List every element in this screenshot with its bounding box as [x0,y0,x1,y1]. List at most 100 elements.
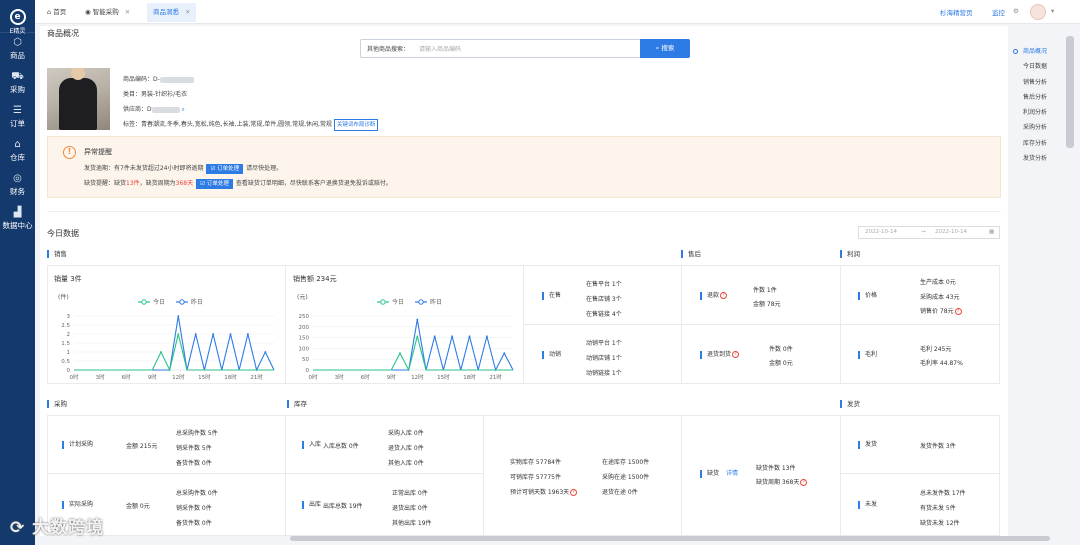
data-point [416,335,419,338]
robot-icon: ◉ [85,8,93,16]
horizontal-scrollbar[interactable] [290,536,1050,541]
vertical-scrollbar[interactable] [1066,36,1074,148]
close-icon[interactable]: ✕ [185,8,190,16]
stat-line: 毛利 245元 [920,346,952,353]
help-icon[interactable]: ? [570,489,578,496]
stat-line: 缺货周期 368天 [756,479,800,486]
close-icon[interactable]: ✕ [125,8,130,16]
legend-label: 今日 [153,298,165,306]
avatar[interactable] [1030,4,1046,20]
anchor-item[interactable]: 商品概况 [1013,44,1047,59]
divider [47,473,483,474]
stat-line: 预计可销天数 1963天 [510,489,570,496]
stat-line: 缺货件数 13件 [756,465,796,472]
x-tick-label: 21时 [489,373,502,381]
date-from: 2022-10-14 [865,229,897,235]
sidebar-item-data-center[interactable]: ▟ 数据中心 [0,203,35,237]
data-point [416,318,419,321]
search-button[interactable]: ⌕ 搜索 [640,39,690,58]
sidebar-item-products[interactable]: ⬡ 商品 [0,33,35,67]
keyword-diagnosis-button[interactable]: 关键词布局诊断 [333,119,379,131]
tab-home[interactable]: ⌂ 首页 [41,3,72,22]
x-tick-label: 12时 [172,373,185,381]
help-icon[interactable]: ? [800,479,808,486]
alert-title: 异常提醒 [84,148,112,156]
sidebar-item-purchase[interactable]: ⛟ 采购 [0,67,35,101]
stat-line: 毛利率 44.87% [920,360,963,367]
alert-text: ，缺货周期为 [139,180,176,187]
price-stats: 生产成本 0元 采购成本 43元 销售价 78元? [920,276,962,320]
anchor-item[interactable]: 发货分析 [1013,151,1047,166]
legend-marker [141,299,147,305]
order-process-button[interactable]: ☑ 订单处理 [206,164,244,174]
y-axis-unit: (件) [58,293,69,301]
sidebar-item-warehouse[interactable]: ⌂ 仓库 [0,135,35,169]
warning-icon: ! [63,146,76,159]
help-icon[interactable]: ? [732,351,740,358]
chevron-down-icon[interactable]: ▾ [1051,7,1054,15]
order-process-button[interactable]: ☑ 订单处理 [196,179,233,189]
calendar-icon: ▦ [989,229,995,235]
stat-line: 销采件数 0件 [176,505,212,512]
brand-logo[interactable]: e E精灵 [0,0,35,35]
product-image[interactable] [47,68,110,130]
sidebar-item-orders[interactable]: ☰ 订单 [0,101,35,135]
shortage-count: 13件 [126,180,140,187]
main-content: 商品概况 其他商品搜索： 请输入商品编码 ⌕ 搜索 商品编码：D- 类目：男装-… [40,26,1008,536]
product-photo-coat [59,78,97,130]
anchor-item[interactable]: 今日数据 [1013,59,1047,74]
watermark-logo-icon: ⟳ [10,518,33,538]
shortage-label: 缺货 详情 [700,470,738,478]
plan-purchase-label: 计划采购 [62,441,93,449]
anchor-item[interactable]: 采购分析 [1013,120,1047,135]
sales-online-label: 在售 [542,292,561,300]
alert-text: 发货逾期：有7件未发货超过24小时即将逾期 [84,165,204,172]
divider [285,265,286,384]
x-tick-label: 0时 [309,373,318,381]
anchor-item[interactable]: 售后分析 [1013,90,1047,105]
shortage-stats: 缺货件数 13件 缺货周期 368天? [756,462,808,490]
stat-line: 采购在途 1500件 [602,474,650,481]
monitor-link[interactable]: 监控 [992,7,1005,17]
shop-page-link[interactable]: 杉海精营页 [940,7,973,17]
section-purchase: 采购 [47,400,67,408]
divider [285,415,286,536]
anchor-item[interactable]: 销售分析 [1013,75,1047,90]
legend-marker [418,299,424,305]
date-range-picker[interactable]: 2022-10-14 → 2022-10-14 ▦ [858,226,1000,239]
chart-title: 销售额 234元 [293,274,337,283]
tab-smart-purchase[interactable]: ◉ 智能采购 ✕ [79,3,136,22]
stat-line: 其他出库 19件 [392,520,432,527]
anchor-item[interactable]: 利润分析 [1013,105,1047,120]
help-icon[interactable]: ? [720,292,728,299]
divider [681,415,682,536]
stat-line: 实物库存 57784件 [510,459,561,466]
refund-stats: 件数 1件 金额 78元 [753,284,781,312]
data-point [212,333,215,335]
page-title: 商品概况 [47,29,79,38]
stock-summary-right: 在途库存 1500件 采购在途 1500件 退货在途 0件 [602,455,649,500]
settings-icon[interactable]: ⚙ [1013,7,1019,15]
stat-line: 备货件数 0件 [176,460,212,467]
x-tick-label: 18时 [463,373,476,381]
data-point [177,315,180,317]
product-supplier: 供应商：D [123,106,152,113]
stat-line: 动销链接 1个 [586,370,622,377]
product-info: 商品编码：D- 类目：男装-针织衫/毛衣 供应商：D ⌕ 标签：青春潮流,冬季,… [123,72,379,132]
sidebar-item-finance[interactable]: ◎ 财务 [0,169,35,203]
stat-line: 采购成本 43元 [920,293,960,301]
anchor-item[interactable]: 库存分析 [1013,136,1047,151]
return-text: 退货到货 [707,351,732,358]
magnifier-icon[interactable]: ⌕ [182,106,185,113]
shortage-detail-link[interactable]: 详情 [726,470,738,477]
masked-code [159,76,194,83]
date-to: 2022-10-14 [935,229,967,235]
stat-line: 件数 1件 [753,287,777,294]
search-input[interactable]: 请输入商品编码 [419,44,461,53]
gross-stats: 毛利 245元毛利率 44.87% [920,343,963,371]
stat-line: 缺货未发 12件 [920,520,960,527]
product-category: 类目：男装-针织衫/毛衣 [123,91,188,98]
help-icon[interactable]: ? [954,308,962,315]
tab-product-insight[interactable]: 商品洞悉 ✕ [147,3,197,22]
chart-title: 销量 3件 [54,274,82,283]
